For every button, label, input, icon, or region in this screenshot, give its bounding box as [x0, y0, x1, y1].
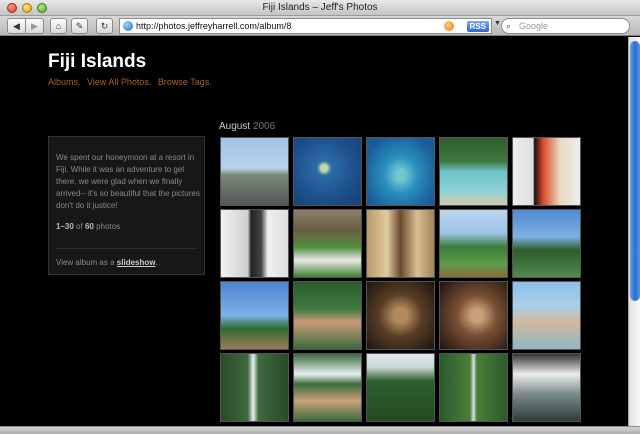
vertical-scrollbar[interactable] — [628, 37, 640, 426]
thumb-shore-selfie[interactable] — [512, 281, 581, 350]
edit-button[interactable]: ✎ — [71, 18, 88, 34]
thumb-hammock[interactable] — [293, 281, 362, 350]
scrollbar-thumb[interactable] — [630, 41, 640, 301]
thumb-bathroom[interactable] — [220, 209, 289, 278]
thumb-jungle[interactable] — [439, 353, 508, 422]
thumb-reef[interactable] — [366, 137, 435, 206]
search-placeholder: Google — [519, 21, 549, 31]
thumb-room[interactable] — [366, 209, 435, 278]
photo-count-suffix: photos — [96, 222, 121, 231]
thumb-seaplane[interactable] — [220, 137, 289, 206]
slideshow-line: View album as a slideshow. — [56, 258, 158, 267]
forward-button[interactable]: ▶ — [25, 18, 44, 34]
back-button[interactable]: ◀ — [7, 18, 26, 34]
thumb-rainforest[interactable] — [366, 353, 435, 422]
thumb-waterfall-selfie[interactable] — [293, 353, 362, 422]
albums-link[interactable]: Albums. — [48, 77, 81, 87]
thumb-poolside[interactable] — [293, 209, 362, 278]
reload-icon: ↻ — [100, 21, 109, 31]
photo-count-total: 60 — [84, 222, 94, 231]
thumb-palm-selfie[interactable] — [220, 281, 289, 350]
month-label: August — [219, 121, 251, 132]
thumb-palms-sky[interactable] — [512, 209, 581, 278]
reload-button[interactable]: ↻ — [96, 18, 113, 34]
window-bottom-edge — [0, 426, 640, 434]
divider — [56, 248, 197, 249]
thumb-waterfall-pool[interactable] — [512, 353, 581, 422]
browse-tags-link[interactable]: Browse Tags. — [158, 77, 212, 87]
search-input[interactable]: ⌕ Google — [501, 18, 630, 34]
title-bar: Fiji Islands – Jeff's Photos — [0, 0, 640, 16]
view-all-photos-link[interactable]: View All Photos. — [87, 77, 151, 87]
photo-count: 1–30 of 60 photos — [56, 222, 120, 231]
album-info-panel: We spent our honeymoon at a resort in Fi… — [48, 136, 205, 275]
slideshow-prefix: View album as a — [56, 258, 115, 267]
browser-toolbar: ◀ ▶ ⌂ ✎ ↻ http://photos.jeffreyharrell.c… — [0, 16, 640, 36]
address-bar[interactable]: http://photos.jeffreyharrell.com/album/8… — [119, 18, 492, 34]
thumb-palm-shore[interactable] — [439, 209, 508, 278]
globe-icon — [123, 21, 133, 31]
thumb-aerial-islands[interactable] — [293, 137, 362, 206]
chevron-down-icon[interactable]: ▼ — [494, 20, 501, 27]
rss-button[interactable]: RSS — [466, 21, 489, 32]
photo-count-of: of — [76, 222, 83, 231]
page-content: Fiji Islands Albums. View All Photos. Br… — [0, 37, 628, 426]
month-heading: August 2006 — [219, 121, 275, 132]
home-icon: ⌂ — [55, 21, 62, 31]
favicon-icon — [444, 21, 454, 31]
thumb-waterfall[interactable] — [220, 353, 289, 422]
thumb-kava-2[interactable] — [439, 281, 508, 350]
thumb-kava-1[interactable] — [366, 281, 435, 350]
search-icon: ⌕ — [506, 21, 512, 31]
window-title: Fiji Islands – Jeff's Photos — [262, 2, 378, 13]
album-nav: Albums. View All Photos. Browse Tags. — [48, 77, 216, 87]
thumb-bure-interior[interactable] — [512, 137, 581, 206]
slideshow-suffix: . — [155, 258, 158, 267]
album-description: We spent our honeymoon at a resort in Fi… — [56, 153, 200, 210]
slideshow-link[interactable]: slideshow — [117, 258, 156, 267]
photo-grid — [220, 137, 582, 422]
page-title: Fiji Islands — [48, 51, 147, 72]
thumb-beach[interactable] — [439, 137, 508, 206]
year-label: 2006 — [252, 121, 276, 132]
edit-icon: ✎ — [75, 21, 84, 31]
url-text: http://photos.jeffreyharrell.com/album/8 — [136, 21, 292, 31]
photo-count-range: 1–30 — [56, 222, 74, 231]
home-button[interactable]: ⌂ — [50, 18, 67, 34]
